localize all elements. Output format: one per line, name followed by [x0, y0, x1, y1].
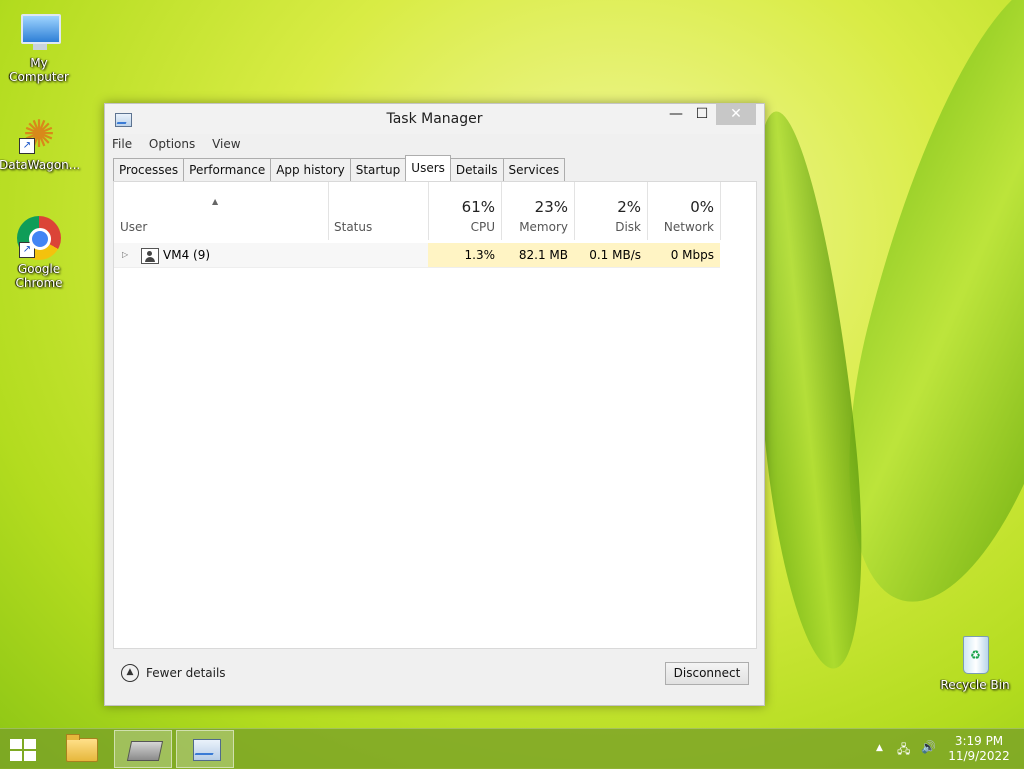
row-memory: 82.1 MB — [501, 243, 574, 267]
desktop-icon-my-computer[interactable]: My Computer — [0, 10, 79, 84]
menu-bar: File Options View — [105, 134, 764, 154]
column-header-status[interactable]: Status — [328, 182, 429, 240]
folder-icon — [66, 734, 98, 762]
menu-options[interactable]: Options — [149, 134, 195, 154]
column-header-cpu[interactable]: 61% CPU — [428, 182, 502, 240]
taskbar: ▲ 🖧 🔊 3:19 PM 11/9/2022 — [0, 728, 1024, 769]
column-header-disk[interactable]: 2% Disk — [574, 182, 648, 240]
desktop-icon-label: DataWagon... — [0, 158, 81, 172]
shortcut-arrow-icon: ↗ — [19, 138, 35, 154]
users-table: ▲ User Status 61% CPU 23% Memory 2% Disk… — [113, 181, 757, 649]
sort-ascending-icon: ▲ — [212, 197, 219, 206]
volume-icon[interactable]: 🔊 — [921, 740, 936, 754]
desktop-icon-label: Recycle Bin — [940, 678, 1010, 692]
tab-processes[interactable]: Processes — [113, 158, 185, 182]
tab-app-history[interactable]: App history — [270, 158, 351, 182]
table-row[interactable]: ▷ VM4 (9) 1.3% 82.1 MB 0.1 MB/s 0 Mbps — [114, 243, 720, 268]
row-network: 0 Mbps — [647, 243, 720, 267]
network-icon[interactable]: 🖧 — [897, 740, 910, 761]
start-button[interactable] — [10, 739, 38, 761]
computer-icon — [17, 10, 61, 54]
taskbar-task-manager[interactable] — [176, 730, 234, 768]
menu-view[interactable]: View — [212, 134, 240, 154]
row-user: VM4 (9) — [163, 248, 211, 262]
column-header-network[interactable]: 0% Network — [647, 182, 721, 240]
tab-strip: Processes Performance App history Startu… — [113, 155, 566, 182]
fewer-details-link[interactable]: Fewer details — [146, 666, 226, 680]
disconnect-button[interactable]: Disconnect — [665, 662, 749, 685]
row-status — [328, 243, 428, 267]
desktop-icon-label: My Computer — [9, 56, 69, 84]
system-clock[interactable]: 3:19 PM 11/9/2022 — [948, 734, 1010, 764]
tab-details[interactable]: Details — [449, 158, 504, 182]
desktop-icon-datawagon[interactable]: ✺ ↗ DataWagon... — [0, 112, 81, 172]
column-header-memory[interactable]: 23% Memory — [501, 182, 575, 240]
user-icon — [141, 248, 159, 264]
tab-startup[interactable]: Startup — [349, 158, 407, 182]
window-footer: ▲ Fewer details Disconnect — [113, 654, 755, 694]
task-manager-window: Task Manager — ☐ ✕ File Options View Pro… — [104, 103, 765, 706]
row-disk: 0.1 MB/s — [574, 243, 647, 267]
desktop-icon-google-chrome[interactable]: ↗ Google Chrome — [0, 216, 79, 290]
minimize-button[interactable]: — — [663, 104, 689, 125]
row-cpu: 1.3% — [428, 243, 501, 267]
desktop-icon-label: Google Chrome — [15, 262, 63, 290]
recycle-bin-icon: ♻ — [953, 632, 997, 676]
title-bar[interactable]: Task Manager — ☐ ✕ — [105, 104, 764, 134]
tab-users[interactable]: Users — [405, 155, 451, 181]
collapse-chevron-icon[interactable]: ▲ — [121, 664, 139, 682]
show-hidden-icons-icon[interactable]: ▲ — [876, 743, 883, 753]
menu-file[interactable]: File — [112, 134, 132, 154]
task-manager-icon — [193, 739, 221, 761]
drive-icon — [126, 741, 164, 761]
tab-performance[interactable]: Performance — [183, 158, 272, 182]
clock-time: 3:19 PM — [954, 734, 1004, 748]
expand-chevron-icon[interactable]: ▷ — [122, 243, 128, 267]
taskbar-file-explorer[interactable] — [52, 730, 110, 768]
clock-date: 11/9/2022 — [948, 749, 1010, 763]
taskbar-drive-app[interactable] — [114, 730, 172, 768]
desktop-icon-recycle-bin[interactable]: ♻ Recycle Bin — [935, 632, 1015, 692]
datawagon-icon: ✺ ↗ — [17, 112, 61, 156]
chrome-icon: ↗ — [17, 216, 61, 260]
shortcut-arrow-icon: ↗ — [19, 242, 35, 258]
close-button[interactable]: ✕ — [716, 104, 756, 125]
column-header-user[interactable]: ▲ User — [114, 182, 329, 240]
tab-services[interactable]: Services — [502, 158, 566, 182]
maximize-button[interactable]: ☐ — [689, 104, 715, 125]
